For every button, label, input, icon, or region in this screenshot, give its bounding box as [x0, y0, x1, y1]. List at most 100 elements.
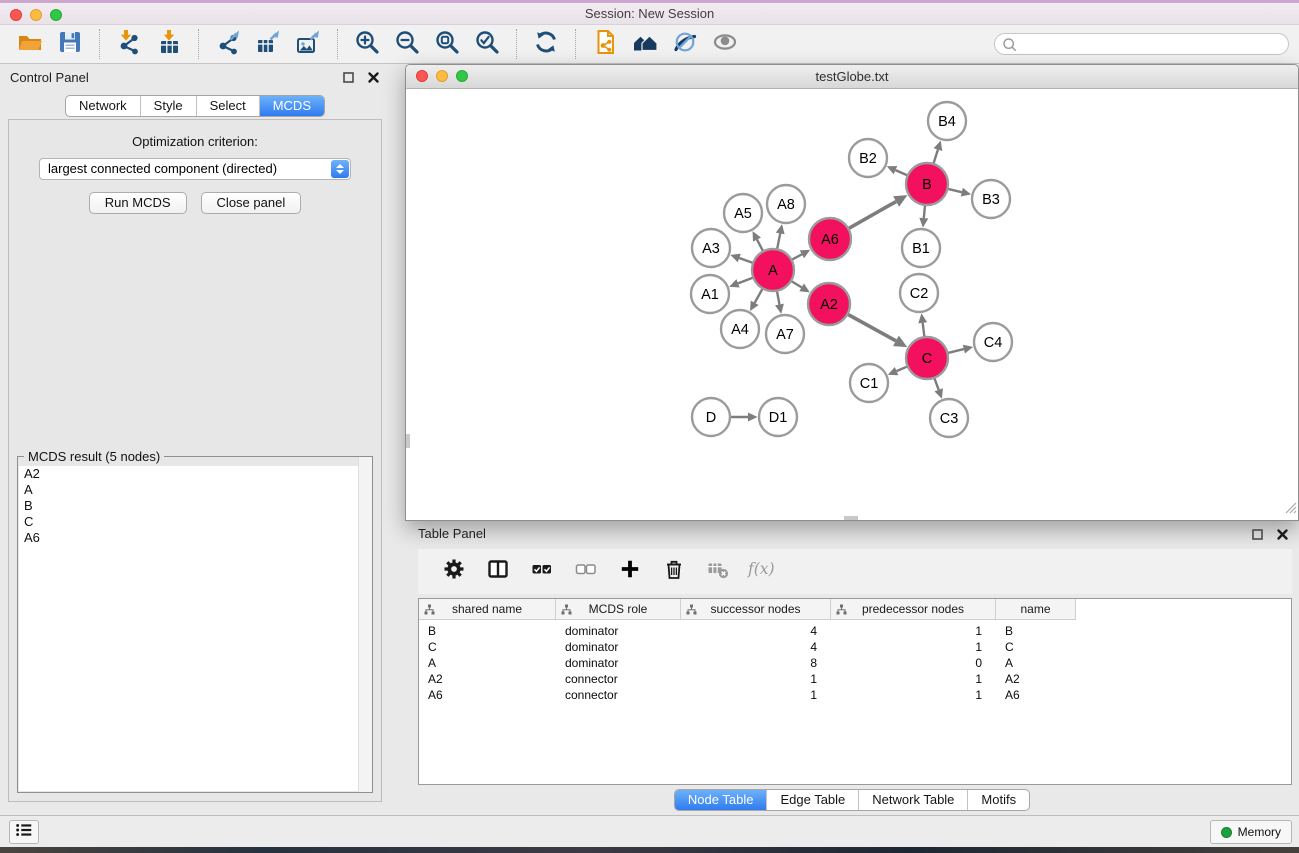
search-input[interactable] [1019, 35, 1280, 55]
graph-edge-C-C3[interactable] [934, 378, 943, 399]
open-file-button[interactable] [13, 28, 47, 60]
save-session-button[interactable] [53, 28, 87, 60]
graph-node-A2[interactable]: A2 [808, 283, 850, 325]
tab-edge-table[interactable]: Edge Table [766, 790, 858, 810]
graph-node-C4[interactable]: C4 [974, 323, 1012, 361]
resize-grip-icon[interactable] [1283, 500, 1297, 519]
column-header-shared-name[interactable]: shared name [419, 599, 556, 620]
deselect-all-rows-button[interactable] [569, 556, 603, 588]
column-header-mcds-role[interactable]: MCDS role [556, 599, 681, 620]
tab-mcds[interactable]: MCDS [259, 96, 324, 116]
network-window-titlebar[interactable]: testGlobe.txt [406, 65, 1298, 89]
birdseye-view-button[interactable] [708, 28, 742, 60]
close-panel-icon[interactable] [1276, 528, 1289, 541]
mcds-result-scrollbar[interactable] [358, 457, 372, 792]
graph-node-A7[interactable]: A7 [766, 315, 804, 353]
graph-node-D[interactable]: D [692, 398, 730, 436]
graph-node-C[interactable]: C [906, 337, 948, 379]
graph-node-A3[interactable]: A3 [692, 229, 730, 267]
table-row[interactable]: Adominator80A [419, 655, 1291, 671]
graph-node-A1[interactable]: A1 [691, 275, 729, 313]
select-all-rows-button[interactable] [525, 556, 559, 588]
tab-node-table[interactable]: Node Table [675, 790, 767, 810]
graph-node-A5[interactable]: A5 [724, 194, 762, 232]
float-panel-icon[interactable] [342, 71, 355, 84]
graph-edge-A6-B[interactable] [848, 195, 907, 229]
column-browser-button[interactable] [481, 556, 515, 588]
column-header-successor-nodes[interactable]: successor nodes [681, 599, 831, 620]
zoom-selected-button[interactable] [470, 28, 504, 60]
graph-edge-A-A8[interactable] [776, 224, 785, 249]
close-panel-button[interactable]: Close panel [201, 192, 302, 214]
table-row[interactable]: Cdominator41C [419, 639, 1291, 655]
home-button[interactable] [628, 28, 662, 60]
zoom-in-button[interactable] [350, 28, 384, 60]
mcds-result-item[interactable]: C [19, 514, 371, 530]
graph-edge-C-C4[interactable] [947, 345, 973, 354]
import-network-button[interactable] [112, 28, 146, 60]
add-column-button[interactable] [613, 556, 647, 588]
zoom-out-button[interactable] [390, 28, 424, 60]
split-handle-left[interactable] [406, 434, 410, 448]
table-row[interactable]: A2connector11A2 [419, 671, 1291, 687]
graph-edge-B-B3[interactable] [947, 188, 971, 197]
graph-node-A6[interactable]: A6 [809, 218, 851, 260]
graph-edge-D-D1[interactable] [730, 413, 758, 422]
graph-node-C1[interactable]: C1 [850, 364, 888, 402]
float-panel-icon[interactable] [1251, 528, 1264, 541]
graph-node-C2[interactable]: C2 [900, 274, 938, 312]
run-mcds-button[interactable]: Run MCDS [89, 192, 187, 214]
network-canvas[interactable]: A A1 A2 A3 A4 A5 A6 A7 A8 B B1 B2 B3 B4 C C1 C2 C3C4 D D1 [406, 89, 1298, 521]
column-header-predecessor-nodes[interactable]: predecessor nodes [831, 599, 996, 620]
optimization-criterion-select[interactable]: largest connected component (directed) [39, 158, 351, 180]
graph-edge-A-A3[interactable] [730, 254, 753, 263]
graph-edge-A-A2[interactable] [791, 281, 810, 292]
graph-edge-A-A1[interactable] [729, 277, 753, 287]
export-network-button[interactable] [211, 28, 245, 60]
import-table-button[interactable] [152, 28, 186, 60]
graph-edge-A-A6[interactable] [791, 250, 810, 260]
mcds-result-item[interactable]: B [19, 498, 371, 514]
graph-node-B[interactable]: B [906, 163, 948, 205]
tab-network[interactable]: Network [66, 96, 140, 116]
delete-column-button[interactable] [657, 556, 691, 588]
graph-edge-B-B2[interactable] [887, 166, 908, 176]
table-row[interactable]: Bdominator41B [419, 623, 1291, 639]
mcds-result-item[interactable]: A6 [19, 530, 371, 546]
graph-edge-A-A4[interactable] [750, 288, 763, 311]
column-header-name[interactable]: name [996, 599, 1076, 620]
graph-node-B2[interactable]: B2 [849, 139, 887, 177]
graph-node-B3[interactable]: B3 [972, 180, 1010, 218]
graph-node-A8[interactable]: A8 [767, 185, 805, 223]
graph-node-D1[interactable]: D1 [759, 398, 797, 436]
export-table-button[interactable] [251, 28, 285, 60]
graph-edge-B-B1[interactable] [919, 205, 928, 228]
task-history-button[interactable] [9, 820, 39, 844]
tab-motifs[interactable]: Motifs [967, 790, 1029, 810]
close-panel-icon[interactable] [367, 71, 380, 84]
table-row[interactable]: A6connector11A6 [419, 687, 1291, 703]
graph-edge-C-C1[interactable] [888, 366, 908, 375]
split-handle-bottom[interactable] [844, 516, 858, 520]
graph-node-C3[interactable]: C3 [930, 399, 968, 437]
new-network-from-file-button[interactable] [588, 28, 622, 60]
graph-edge-A-A7[interactable] [775, 291, 784, 314]
graph-edge-B-B4[interactable] [933, 141, 942, 164]
mcds-result-item[interactable]: A [19, 482, 371, 498]
tab-style[interactable]: Style [140, 96, 196, 116]
export-image-button[interactable] [291, 28, 325, 60]
refresh-network-button[interactable] [529, 28, 563, 60]
graph-edge-A-A5[interactable] [753, 231, 764, 251]
graph-node-B1[interactable]: B1 [902, 229, 940, 267]
graph-edge-A2-C[interactable] [847, 314, 907, 347]
hide-graphics-details-button[interactable] [668, 28, 702, 60]
memory-button[interactable]: Memory [1210, 820, 1292, 844]
mcds-result-item[interactable]: A2 [19, 466, 371, 482]
table-settings-button[interactable] [437, 556, 471, 588]
tab-select[interactable]: Select [196, 96, 259, 116]
graph-node-A4[interactable]: A4 [721, 310, 759, 348]
graph-edge-C-C2[interactable] [918, 313, 927, 337]
graph-node-A[interactable]: A [752, 249, 794, 291]
zoom-fit-button[interactable] [430, 28, 464, 60]
graph-node-B4[interactable]: B4 [928, 102, 966, 140]
